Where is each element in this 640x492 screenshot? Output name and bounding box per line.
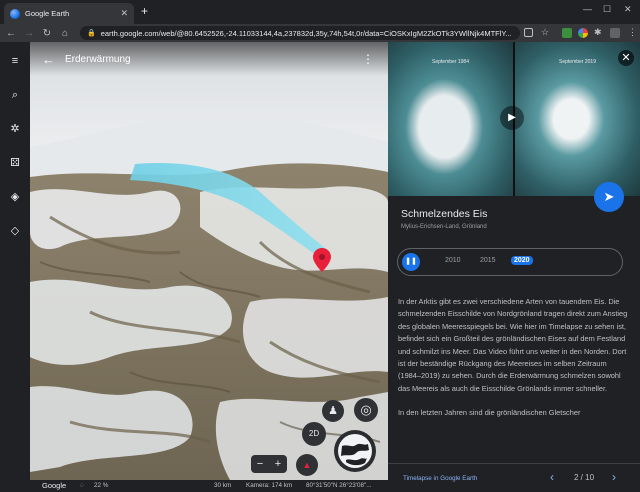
back-arrow-icon[interactable]: ← — [42, 52, 55, 67]
search-icon[interactable]: ⌕ — [8, 88, 22, 102]
zoom-out-button[interactable]: − — [257, 455, 263, 473]
page-indicator: 2 / 10 — [574, 473, 595, 482]
pegman-streetview-icon[interactable]: ♟ — [322, 400, 344, 422]
year-2020-selected[interactable]: 2020 — [511, 256, 533, 265]
projects-pin-icon[interactable]: ◈ — [8, 190, 22, 204]
share-page-icon[interactable] — [524, 28, 533, 37]
panel-footer: Timelapse in Google Earth ‹ 2 / 10 › — [388, 463, 640, 492]
video-left-caption: September 1984 — [432, 59, 469, 65]
panel-subtitle: Mylius-Erichsen-Land, Grönland — [401, 224, 487, 230]
close-panel-icon[interactable]: ✕ — [618, 50, 634, 66]
browser-toolbar: ← → ↻ ⌂ 🔒 earth.google.com/web/@80.64525… — [0, 24, 640, 42]
window-close-button[interactable]: ✕ — [624, 4, 632, 15]
story-title: Erderwärmung — [65, 53, 131, 65]
video-frame-left: September 1984 — [388, 42, 513, 196]
camera-altitude: Kamera: 174 km — [246, 482, 293, 489]
menu-icon[interactable]: ≡ — [8, 54, 22, 68]
map-header: ← Erderwärmung ⋮ — [30, 42, 388, 76]
play-icon[interactable]: ▶ — [500, 106, 524, 130]
google-logo: Google — [42, 481, 67, 490]
story-description: In der Arktis gibt es zwei verschiedene … — [398, 296, 628, 432]
globe-icon — [338, 434, 372, 468]
earth-sidebar: ≡ ⌕ ✲ ⚄ ◈ ◇ — [0, 42, 30, 492]
description-paragraph: In der Arktis gibt es zwei verschiedene … — [398, 297, 628, 393]
browser-menu-icon[interactable]: ⋮ — [628, 28, 638, 38]
extension-green-icon[interactable] — [562, 28, 572, 38]
previous-chevron-icon[interactable]: ‹ — [550, 470, 554, 484]
home-icon[interactable]: ⌂ — [58, 28, 72, 39]
new-tab-button[interactable]: + — [141, 5, 148, 17]
year-timeline: ❚❚ 2010 2015 2020 — [397, 248, 623, 276]
extensions-puzzle-icon[interactable]: ✱ — [594, 28, 604, 38]
tab-close-icon[interactable]: ✕ — [120, 8, 128, 19]
compass-needle-icon[interactable]: ▲ — [296, 454, 318, 476]
panel-title: Schmelzendes Eis — [401, 208, 488, 220]
map-style-layers-icon[interactable]: ◇ — [8, 224, 22, 238]
my-location-icon[interactable]: ◎ — [354, 398, 378, 422]
tab-title: Google Earth — [25, 9, 70, 18]
profile-icon[interactable] — [610, 28, 620, 38]
back-arrow-icon[interactable]: ← — [4, 28, 18, 39]
zoom-control: − + — [251, 455, 287, 473]
next-chevron-icon[interactable]: › — [612, 470, 616, 484]
feeling-lucky-dice-icon[interactable]: ⚄ — [8, 156, 22, 170]
share-send-icon[interactable]: ➤ — [594, 182, 624, 212]
google-earth-favicon-icon — [10, 8, 20, 19]
zoom-in-button[interactable]: + — [275, 455, 281, 473]
maximize-button[interactable]: ☐ — [603, 4, 611, 15]
story-panel: September 1984 September 2019 ▶ ✕ ➤ Schm… — [388, 42, 640, 492]
timelapse-link[interactable]: Timelapse in Google Earth — [403, 475, 477, 482]
reload-icon[interactable]: ↻ — [40, 28, 54, 39]
bookmark-star-icon[interactable]: ☆ — [541, 28, 551, 38]
voyager-icon[interactable]: ✲ — [8, 122, 22, 136]
forward-arrow-icon[interactable]: → — [22, 28, 36, 39]
map-statusbar: Google ◌ 22 % 30 km Kamera: 174 km 80°31… — [30, 480, 388, 492]
loading-spinner-icon: ◌ — [80, 482, 84, 489]
address-bar[interactable]: 🔒 earth.google.com/web/@80.6452526,-24.1… — [80, 26, 520, 40]
coordinates: 80°31'50"N 26°23'08"... — [306, 482, 372, 489]
compass-globe[interactable] — [334, 430, 376, 472]
pause-icon[interactable]: ❚❚ — [402, 253, 420, 271]
browser-tabbar: Google Earth ✕ + — ☐ ✕ — [0, 0, 640, 24]
year-2015[interactable]: 2015 — [480, 257, 496, 264]
extension-google-icon[interactable] — [578, 28, 588, 38]
timelapse-video[interactable]: September 1984 September 2019 ▶ ✕ — [388, 42, 640, 196]
minimize-button[interactable]: — — [583, 4, 592, 14]
scale-label: 30 km — [214, 482, 232, 489]
description-paragraph: In den letzten Jahren sind die grönländi… — [398, 408, 581, 418]
browser-tab[interactable]: Google Earth ✕ — [4, 3, 134, 24]
more-options-icon[interactable]: ⋮ — [362, 52, 374, 66]
earth-map-view[interactable]: ← Erderwärmung ⋮ ♟ ◎ 2D ▲ − + — [30, 42, 388, 480]
loading-percentage: 22 % — [94, 482, 109, 489]
video-frame-right: September 2019 — [515, 42, 640, 196]
year-2010[interactable]: 2010 — [445, 257, 461, 264]
lock-icon: 🔒 — [87, 30, 96, 37]
url-text: earth.google.com/web/@80.6452526,-24.110… — [100, 28, 511, 38]
toggle-2d-button[interactable]: 2D — [302, 422, 326, 446]
